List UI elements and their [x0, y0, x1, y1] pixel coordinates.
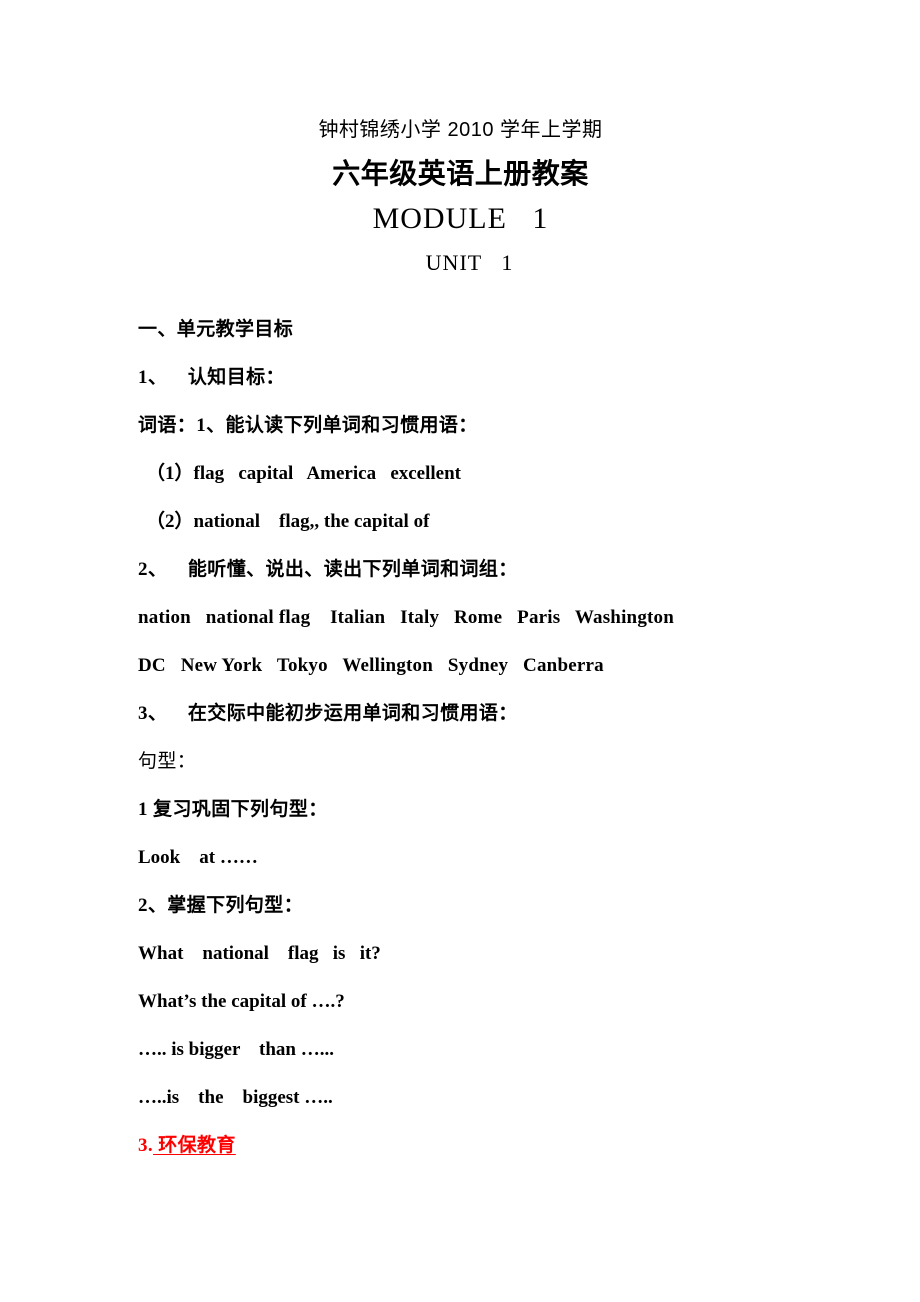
section-heading-objectives: 一、单元教学目标 — [138, 319, 294, 340]
wordlist-row-1: nation national flag Italian Italy Rome … — [138, 607, 675, 628]
red-item-number: 3. — [138, 1135, 154, 1156]
label-sentence-patterns: 句型： — [138, 751, 197, 772]
pattern-look-at: Look at …… — [138, 847, 258, 868]
item-communication-use: 3、 在交际中能初步运用单词和习惯用语： — [138, 703, 518, 724]
item-master-patterns: 2、掌握下列句型： — [138, 895, 304, 916]
unit-heading: UNIT 1 — [425, 250, 514, 275]
pattern-whats-the-capital: What’s the capital of ….? — [138, 991, 345, 1012]
module-heading: MODULE 1 — [372, 202, 549, 235]
item-vocabulary-intro: 词语：1、能认读下列单词和习惯用语： — [138, 415, 478, 436]
pattern-is-the-biggest: …..is the biggest ….. — [138, 1087, 333, 1108]
wordlist-row-2: DC New York Tokyo Wellington Sydney Canb… — [138, 655, 604, 676]
pattern-what-national-flag: What national flag is it? — [138, 943, 381, 964]
vocab-group-2: （2）national flag,, the capital of — [146, 511, 430, 532]
item-review-patterns: 1 复习巩固下列句型： — [138, 799, 328, 820]
item-cognitive-objective: 1、 认知目标： — [138, 367, 285, 388]
document-title: 六年级英语上册教案 — [332, 158, 589, 189]
pattern-is-bigger-than: ….. is bigger than …... — [138, 1039, 335, 1060]
vocab-group-1: （1）flag capital America excellent — [146, 463, 462, 484]
school-term-heading: 钟村锦绣小学 2010 学年上学期 — [318, 119, 603, 141]
item-environmental-education: 3. 环保教育 — [138, 1122, 798, 1170]
body-content: 一、单元教学目标 1、 认知目标： 词语：1、能认读下列单词和习惯用语： （1）… — [138, 306, 798, 1170]
item-listen-speak-read: 2、 能听懂、说出、读出下列单词和词组： — [138, 559, 518, 580]
red-item-label: 环保教育 — [153, 1135, 236, 1156]
title-block: 钟村锦绣小学 2010 学年上学期 六年级英语上册教案 MODULE 1 UNI… — [138, 108, 783, 284]
document-page: 钟村锦绣小学 2010 学年上学期 六年级英语上册教案 MODULE 1 UNI… — [0, 0, 920, 1302]
